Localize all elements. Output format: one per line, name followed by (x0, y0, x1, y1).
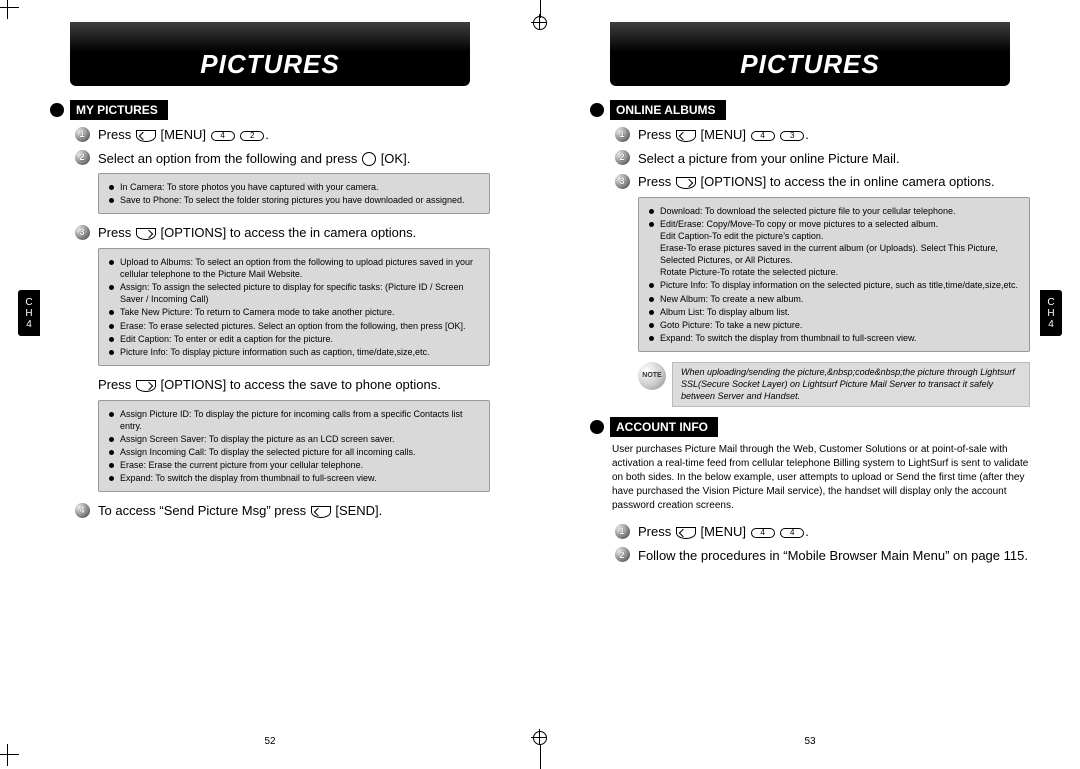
list-item: Edit/Erase: Copy/Move-To copy or move pi… (660, 218, 1019, 279)
left-softkey-icon (676, 527, 696, 539)
key-4-icon: 4 (211, 131, 235, 141)
list-item: Expand: To switch the display from thumb… (660, 332, 1019, 344)
options-box-in-camera: Upload to Albums: To select an option fr… (98, 248, 490, 366)
list-item: New Album: To create a new album. (660, 293, 1019, 305)
list-item: Expand: To switch the display from thumb… (120, 472, 479, 484)
list-item: Album List: To display album list. (660, 306, 1019, 318)
section-bullet-icon (50, 103, 64, 117)
account-step-2: 2 Follow the procedures in “Mobile Brows… (612, 547, 1030, 565)
chapter-tab: CH4 (1040, 290, 1062, 336)
list-item: Edit Caption: To enter or edit a caption… (120, 333, 479, 345)
ok-key-icon (362, 152, 376, 166)
list-item: Assign Picture ID: To display the pictur… (120, 408, 479, 432)
key-2-icon: 2 (240, 131, 264, 141)
step-text: Press [OPTIONS] to access the in online … (638, 173, 1030, 191)
step-2: 2 Select a picture from your online Pict… (612, 150, 1030, 168)
step-number-icon: 2 (612, 150, 632, 166)
step-1: 1 Press [MENU] 4 3. (612, 126, 1030, 144)
key-4-icon: 4 (751, 528, 775, 538)
page-title: PICTURES (610, 22, 1010, 86)
key-4-icon: 4 (751, 131, 775, 141)
step-number-icon: 1 (612, 523, 632, 539)
list-item: Upload to Albums: To select an option fr… (120, 256, 479, 280)
step-number-icon: 1 (72, 126, 92, 142)
list-item: Save to Phone: To select the folder stor… (120, 194, 479, 206)
step-text: Select a picture from your online Pictur… (638, 150, 1030, 168)
step-number-icon: 3 (72, 224, 92, 240)
list-item: Erase: Erase the current picture from yo… (120, 459, 479, 471)
step-number-icon: 2 (72, 150, 92, 166)
right-softkey-icon (676, 177, 696, 189)
note-text: When uploading/sending the picture,&nbsp… (672, 362, 1030, 407)
page-number: 53 (804, 736, 815, 747)
list-item: Picture Info: To display information on … (660, 279, 1019, 291)
section-heading-online-albums: ONLINE ALBUMS (590, 100, 1030, 120)
section-heading-my-pictures: MY PICTURES (50, 100, 490, 120)
step-1: 1 Press [MENU] 4 2. (72, 126, 490, 144)
key-3-icon: 3 (780, 131, 804, 141)
chapter-tab: CH4 (18, 290, 40, 336)
crop-mark (0, 0, 19, 19)
list-item: Picture Info: To display picture informa… (120, 346, 479, 358)
step-text: Press [MENU] 4 3. (638, 126, 1030, 144)
options-box-online: Download: To download the selected pictu… (638, 197, 1030, 353)
list-item: Erase: To erase selected pictures. Selec… (120, 320, 479, 332)
section-title: ONLINE ALBUMS (610, 100, 726, 120)
list-item: Assign Screen Saver: To display the pict… (120, 433, 479, 445)
step-number-icon: 3 (612, 173, 632, 189)
step-text: To access “Send Picture Msg” press [SEND… (98, 502, 490, 520)
right-softkey-icon (136, 380, 156, 392)
section-bullet-icon (590, 103, 604, 117)
step-text: Follow the procedures in “Mobile Browser… (638, 547, 1030, 565)
section-title: MY PICTURES (70, 100, 168, 120)
section-heading-account-info: ACCOUNT INFO (590, 417, 1030, 437)
step-number-icon: 2 (612, 547, 632, 563)
list-item: Take New Picture: To return to Camera mo… (120, 306, 479, 318)
account-info-paragraph: User purchases Picture Mail through the … (612, 443, 1030, 513)
step-2: 2 Select an option from the following an… (72, 150, 490, 168)
right-page: PICTURES CH4 ONLINE ALBUMS 1 Press [MENU… (540, 0, 1080, 763)
left-softkey-icon (676, 130, 696, 142)
left-softkey-icon (136, 130, 156, 142)
list-item: Goto Picture: To take a new picture. (660, 319, 1019, 331)
account-step-1: 1 Press [MENU] 4 4. (612, 523, 1030, 541)
step-text: Press [OPTIONS] to access the in camera … (98, 224, 490, 242)
section-title: ACCOUNT INFO (610, 417, 718, 437)
step-text: Press [OPTIONS] to access the save to ph… (98, 376, 490, 394)
list-item: In Camera: To store photos you have capt… (120, 181, 479, 193)
step-text: Press [MENU] 4 2. (98, 126, 490, 144)
step-3: 3 Press [OPTIONS] to access the in camer… (72, 224, 490, 242)
step-text: Press [MENU] 4 4. (638, 523, 1030, 541)
key-4-icon: 4 (780, 528, 804, 538)
step-4: 4 To access “Send Picture Msg” press [SE… (72, 502, 490, 520)
page-number: 52 (264, 736, 275, 747)
left-softkey-icon (311, 506, 331, 518)
page-title: PICTURES (70, 22, 470, 86)
step-number-icon: 1 (612, 126, 632, 142)
list-item: Assign: To assign the selected picture t… (120, 281, 479, 305)
step-number-icon: 4 (72, 502, 92, 518)
right-softkey-icon (136, 228, 156, 240)
list-item: Assign Incoming Call: To display the sel… (120, 446, 479, 458)
options-box-save-to-phone: Assign Picture ID: To display the pictur… (98, 400, 490, 493)
list-item: Download: To download the selected pictu… (660, 205, 1019, 217)
section-bullet-icon (590, 420, 604, 434)
note-icon: NOTE (638, 362, 666, 390)
left-page: PICTURES CH4 MY PICTURES 1 Press [MENU] … (0, 0, 540, 763)
step-text: Select an option from the following and … (98, 150, 490, 168)
options-box-camera-phone: In Camera: To store photos you have capt… (98, 173, 490, 214)
manual-spread: PICTURES CH4 MY PICTURES 1 Press [MENU] … (0, 0, 1080, 763)
step-3: 3 Press [OPTIONS] to access the in onlin… (612, 173, 1030, 191)
step-save-to-phone: Press [OPTIONS] to access the save to ph… (72, 376, 490, 394)
note-callout: NOTE When uploading/sending the picture,… (638, 362, 1030, 407)
